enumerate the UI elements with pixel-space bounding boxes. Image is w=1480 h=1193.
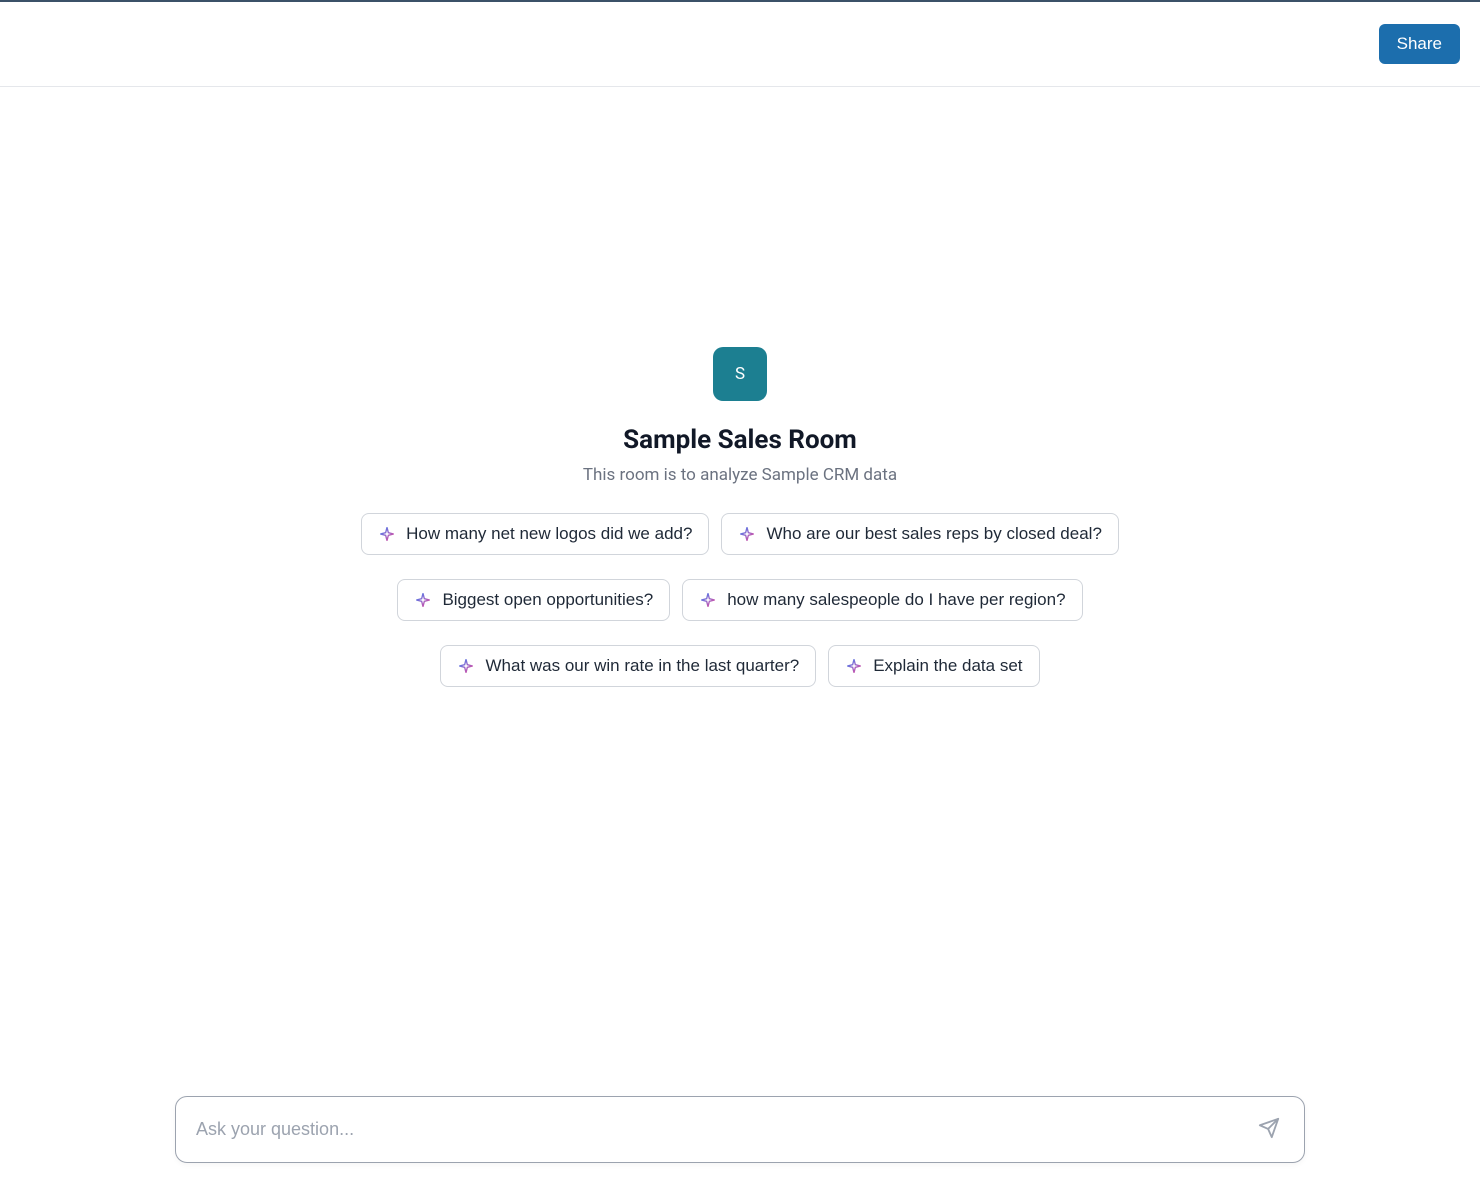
sparkle-icon bbox=[738, 525, 756, 543]
question-input[interactable] bbox=[196, 1119, 1254, 1140]
room-avatar: S bbox=[713, 347, 767, 401]
prompt-button-3[interactable]: how many salespeople do I have per regio… bbox=[682, 579, 1082, 621]
prompt-button-4[interactable]: What was our win rate in the last quarte… bbox=[440, 645, 816, 687]
input-bar bbox=[175, 1096, 1305, 1163]
main-content: S Sample Sales Room This room is to anal… bbox=[0, 87, 1480, 699]
prompt-label: how many salespeople do I have per regio… bbox=[727, 590, 1065, 610]
prompts-container: How many net new logos did we add? bbox=[340, 513, 1140, 699]
sparkle-icon bbox=[699, 591, 717, 609]
sparkle-icon bbox=[378, 525, 396, 543]
prompt-row: How many net new logos did we add? bbox=[340, 513, 1140, 555]
prompt-label: Who are our best sales reps by closed de… bbox=[766, 524, 1101, 544]
send-icon bbox=[1258, 1117, 1280, 1142]
room-title: Sample Sales Room bbox=[623, 425, 857, 455]
input-bar-wrapper bbox=[175, 1096, 1305, 1163]
room-avatar-initial: S bbox=[735, 364, 745, 384]
room-subtitle: This room is to analyze Sample CRM data bbox=[583, 465, 897, 485]
prompt-label: Explain the data set bbox=[873, 656, 1022, 676]
prompt-row: What was our win rate in the last quarte… bbox=[340, 645, 1140, 687]
share-button[interactable]: Share bbox=[1379, 24, 1460, 64]
header: Share bbox=[0, 2, 1480, 87]
prompt-button-1[interactable]: Who are our best sales reps by closed de… bbox=[721, 513, 1118, 555]
sparkle-icon bbox=[845, 657, 863, 675]
sparkle-icon bbox=[457, 657, 475, 675]
sparkle-icon bbox=[414, 591, 432, 609]
prompt-button-0[interactable]: How many net new logos did we add? bbox=[361, 513, 709, 555]
prompt-button-5[interactable]: Explain the data set bbox=[828, 645, 1039, 687]
prompt-label: What was our win rate in the last quarte… bbox=[485, 656, 799, 676]
prompt-label: How many net new logos did we add? bbox=[406, 524, 692, 544]
prompt-label: Biggest open opportunities? bbox=[442, 590, 653, 610]
prompt-button-2[interactable]: Biggest open opportunities? bbox=[397, 579, 670, 621]
send-button[interactable] bbox=[1254, 1113, 1284, 1146]
prompt-row: Biggest open opportunities? how man bbox=[340, 579, 1140, 621]
